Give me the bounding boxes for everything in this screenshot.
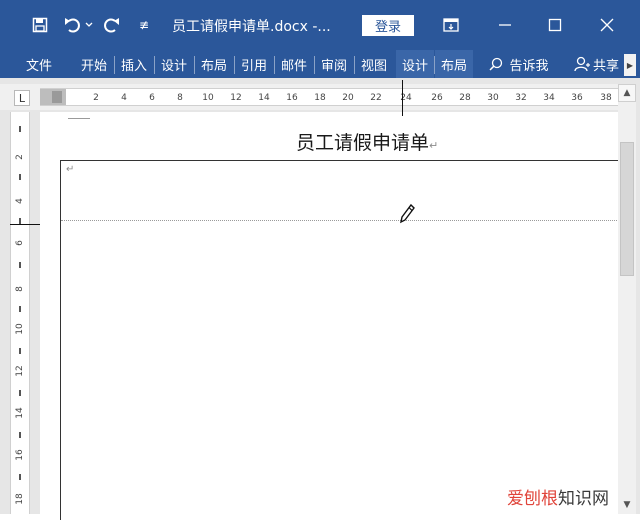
tab-design[interactable]: 设计	[156, 50, 192, 78]
draw-table-pencil-icon	[398, 203, 416, 225]
ruler-mark	[19, 474, 21, 480]
ruler-tick: 4	[15, 198, 25, 204]
indent-marker[interactable]	[52, 91, 62, 103]
ruler-tick: 16	[15, 449, 25, 461]
tab-mailings[interactable]: 邮件	[276, 50, 312, 78]
ribbon-tab-bar: 文件 开始 插入 设计 布局 引用 邮件 审阅 视图 设计 布局 告诉我 共享 …	[0, 50, 640, 78]
ruler-tick: 14	[15, 407, 25, 419]
save-icon[interactable]	[30, 14, 50, 36]
document-title: 员工请假申请单.docx -...	[172, 19, 331, 35]
watermark-accent-text: 爱刨根	[507, 489, 558, 509]
ribbon-display-options-icon[interactable]	[436, 12, 466, 38]
paragraph-mark-icon: ↵	[429, 139, 439, 152]
ruler-mark	[19, 432, 21, 438]
tab-table-design[interactable]: 设计	[396, 50, 434, 78]
watermark: 爱刨根知识网	[507, 484, 609, 509]
redo-icon[interactable]	[102, 14, 122, 36]
maximize-icon[interactable]	[540, 12, 570, 38]
ruler-mark	[19, 262, 21, 268]
undo-dropdown-icon[interactable]	[84, 14, 94, 36]
tab-insert[interactable]: 插入	[116, 50, 152, 78]
ruler-tick: 12	[15, 365, 25, 377]
ruler-tick: 8	[177, 93, 183, 103]
ruler-tick: 26	[431, 93, 443, 103]
ruler-tick: 6	[15, 240, 25, 246]
ruler-tick: 20	[342, 93, 354, 103]
ruler-tick: 30	[487, 93, 499, 103]
search-icon	[489, 57, 503, 71]
ribbon-scroll-right-icon[interactable]: ▶	[624, 54, 636, 76]
ruler-tick: 28	[459, 93, 471, 103]
tab-separator	[194, 56, 195, 74]
ruler-tick: 34	[543, 93, 555, 103]
tab-view[interactable]: 视图	[356, 50, 392, 78]
ruler-mark	[19, 174, 21, 180]
login-button[interactable]: 登录	[362, 15, 414, 36]
paragraph-mark-icon: ↵	[66, 164, 75, 175]
tab-separator	[234, 56, 235, 74]
watermark-text: 知识网	[558, 489, 609, 509]
qat-customize-icon[interactable]: ≢	[136, 14, 152, 36]
tab-separator	[114, 56, 115, 74]
tab-stop-selector[interactable]: L	[14, 90, 30, 106]
ruler-mark	[19, 348, 21, 354]
ruler-mark	[19, 126, 21, 132]
ruler-tick: 14	[258, 93, 270, 103]
close-icon[interactable]	[592, 12, 622, 38]
ruler-tick: 2	[15, 154, 25, 160]
leave-form-table[interactable]	[60, 160, 620, 520]
ruler-tick: 22	[370, 93, 382, 103]
tab-separator	[354, 56, 355, 74]
ruler-tick: 36	[571, 93, 583, 103]
ruler-tick: 18	[314, 93, 326, 103]
minimize-icon[interactable]	[490, 12, 520, 38]
ruler-row-guide	[10, 224, 40, 225]
ruler-tick: 38	[600, 93, 612, 103]
tell-me-label: 告诉我	[509, 58, 549, 74]
tab-home[interactable]: 开始	[76, 50, 112, 78]
ruler-tick: 12	[230, 93, 242, 103]
ruler-mark	[19, 306, 21, 312]
document-heading-text: 员工请假申请单	[296, 132, 430, 154]
share-button[interactable]: 共享	[574, 50, 624, 78]
tab-separator	[154, 56, 155, 74]
share-label: 共享	[593, 58, 620, 74]
ruler-tick: 2	[93, 93, 99, 103]
ruler-tick: 4	[121, 93, 127, 103]
tab-separator	[274, 56, 275, 74]
tab-review[interactable]: 审阅	[316, 50, 352, 78]
ruler-mark	[19, 390, 21, 396]
title-bar: ≢ 员工请假申请单.docx -... 登录	[0, 0, 640, 50]
table-row-boundary	[61, 220, 617, 221]
page-margin-corner	[68, 118, 90, 119]
tab-references[interactable]: 引用	[236, 50, 272, 78]
person-add-icon	[574, 56, 590, 72]
undo-icon[interactable]	[62, 14, 84, 36]
document-heading[interactable]: 员工请假申请单↵	[296, 128, 438, 155]
ruler-tick: 6	[149, 93, 155, 103]
tab-file[interactable]: 文件	[18, 50, 60, 78]
ruler-tick: 10	[15, 323, 25, 335]
scrollbar-thumb[interactable]	[620, 142, 634, 276]
tab-layout[interactable]: 布局	[196, 50, 232, 78]
tab-table-layout[interactable]: 布局	[435, 50, 473, 78]
ruler-tick: 10	[202, 93, 214, 103]
scroll-down-icon[interactable]: ▼	[618, 496, 636, 514]
tell-me-search[interactable]: 告诉我	[482, 50, 556, 78]
tab-separator	[314, 56, 315, 74]
ruler-tick: 16	[286, 93, 298, 103]
ruler-tick: 32	[515, 93, 527, 103]
ruler-tick: 8	[15, 286, 25, 292]
ruler-tick: 24	[400, 93, 412, 103]
scroll-up-icon[interactable]: ▲	[618, 84, 636, 102]
ruler-tick: 18	[15, 493, 25, 505]
ruler-column-guide	[402, 80, 403, 116]
